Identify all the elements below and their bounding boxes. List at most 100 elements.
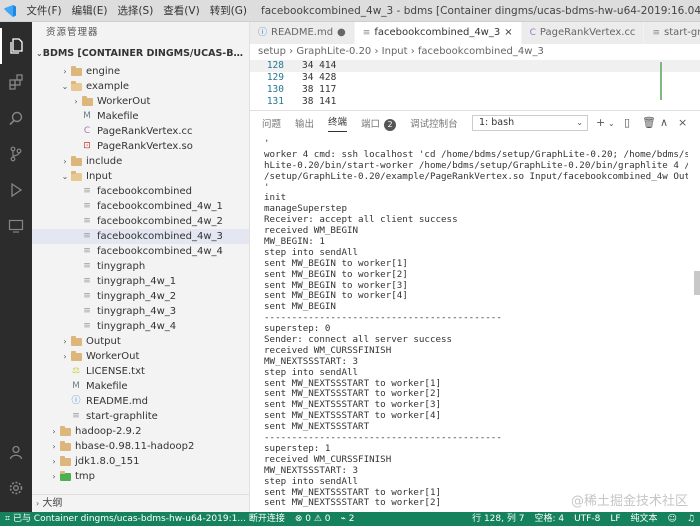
menu-edit[interactable]: 编辑(E)	[72, 3, 108, 18]
tree-item[interactable]: › Output	[32, 334, 249, 349]
tab-debug-console[interactable]: 调试控制台	[410, 116, 458, 130]
explorer-icon[interactable]	[0, 28, 32, 64]
tree-item[interactable]: ⓘ README.md	[32, 394, 249, 409]
tree-item[interactable]: › WorkerOut	[32, 349, 249, 364]
tree-item[interactable]: M Makefile	[32, 379, 249, 394]
tree-item[interactable]: › tmp	[32, 469, 249, 484]
line-text: 34 414	[302, 60, 337, 71]
code-line[interactable]: 128 34 414	[250, 60, 700, 72]
chevron-right-icon: ›	[36, 499, 40, 508]
file-icon: ≡	[83, 246, 91, 256]
tree-item[interactable]: ⌄ Input	[32, 169, 249, 184]
bell-icon[interactable]: ♫	[682, 512, 700, 526]
tab-pagerankvertex-cc[interactable]: C PageRankVertex.cc	[521, 22, 645, 44]
feedback-icon[interactable]: ☺	[663, 512, 682, 526]
folder-shape	[70, 350, 82, 361]
license-icon: ⚖	[71, 366, 81, 376]
chevron-down-icon[interactable]: ⌄	[608, 119, 615, 128]
close-panel-icon[interactable]: ×	[678, 116, 687, 129]
terminal-scrollbar[interactable]	[694, 271, 700, 295]
tree-item[interactable]: ≡ facebookcombined_4w_3	[32, 229, 249, 244]
terminal-line: received WM_CURSSFINISH	[264, 345, 392, 356]
menu-file[interactable]: 文件(F)	[26, 3, 61, 18]
problems-status[interactable]: ⊗ 0 ⚠ 0	[290, 512, 336, 526]
tree-item[interactable]: ≡ facebookcombined_4w_4	[32, 244, 249, 259]
menu-bar: 文件(F) 编辑(E) 选择(S) 查看(V) 转到(G)	[26, 3, 247, 18]
file-icon: ≡	[652, 28, 660, 38]
search-icon[interactable]	[0, 100, 32, 136]
source-control-icon[interactable]	[0, 136, 32, 172]
terminal-line: /setup/GraphLite-0.20/example/PageRankVe…	[264, 171, 688, 182]
terminal-select[interactable]: 1: bash ⌄	[472, 115, 588, 131]
folder-shape	[70, 65, 82, 76]
settings-gear-icon[interactable]	[0, 470, 32, 506]
file-icon: ≡	[83, 291, 91, 301]
folder-icon	[59, 425, 71, 438]
terminal-line: sent MW_BEGIN to worker[3]	[264, 280, 408, 291]
code-line[interactable]: 131 38 141	[250, 96, 700, 108]
account-icon[interactable]	[0, 434, 32, 470]
folder-shape	[70, 80, 82, 91]
tree-item[interactable]: ≡ tinygraph	[32, 259, 249, 274]
workspace-root-folder[interactable]: ⌄BDMS [CONTAINER DINGMS/UCAS-BDMS-HW-U64…	[32, 44, 249, 64]
tree-item[interactable]: ≡ tinygraph_4w_2	[32, 289, 249, 304]
outline-section[interactable]: › 大纲	[32, 494, 249, 512]
tree-item[interactable]: ≡ tinygraph_4w_4	[32, 319, 249, 334]
line-number: 128	[266, 60, 284, 71]
tree-item[interactable]: › engine	[32, 64, 249, 79]
menu-go[interactable]: 转到(G)	[210, 3, 247, 18]
cursor-position[interactable]: 行 128, 列 7	[467, 512, 529, 526]
tree-item[interactable]: ≡ facebookcombined	[32, 184, 249, 199]
chevron-up-icon[interactable]: ∧	[660, 116, 668, 129]
tree-item[interactable]: ≡ start-graphlite	[32, 409, 249, 424]
tab-ports[interactable]: 端口 2	[361, 116, 397, 131]
tree-item[interactable]: ⊡ PageRankVertex.so	[32, 139, 249, 154]
terminal-line: sent MW_BEGIN to worker[4]	[264, 291, 408, 302]
remote-status[interactable]: ⌗ 已与 Container dingms/ucas-bdms-hw-u64-2…	[0, 512, 290, 526]
new-terminal-icon[interactable]: +	[596, 116, 605, 129]
menu-selection[interactable]: 选择(S)	[117, 3, 153, 18]
text-editor[interactable]: 128 34 414 129 34 428 130 38 117 131 38 141	[250, 60, 700, 110]
split-terminal-icon[interactable]: ▯	[624, 116, 630, 129]
tab-problems[interactable]: 问题	[262, 116, 281, 130]
tree-item[interactable]: M Makefile	[32, 109, 249, 124]
breadcrumb[interactable]: setup › GraphLite-0.20 › Input › faceboo…	[250, 44, 700, 60]
tree-item[interactable]: ≡ facebookcombined_4w_1	[32, 199, 249, 214]
tree-item[interactable]: › include	[32, 154, 249, 169]
menu-view[interactable]: 查看(V)	[163, 3, 199, 18]
tab-terminal[interactable]: 终端	[328, 114, 348, 132]
terminal-output[interactable]: ' worker 4 cmd: ssh localhost 'cd /home/b…	[264, 139, 688, 513]
tree-item[interactable]: ⚖ LICENSE.txt	[32, 364, 249, 379]
tree-item[interactable]: › hbase-0.98.11-hadoop2	[32, 439, 249, 454]
tree-item[interactable]: ≡ facebookcombined_4w_2	[32, 214, 249, 229]
end-of-line[interactable]: LF	[605, 512, 625, 526]
code-line[interactable]: 129 34 428	[250, 72, 700, 84]
extensions-icon[interactable]	[0, 64, 32, 100]
tab-ports-label: 端口	[361, 118, 381, 130]
line-number: 130	[266, 84, 284, 95]
tree-item[interactable]: ≡ tinygraph_4w_1	[32, 274, 249, 289]
tree-item[interactable]: › WorkerOut	[32, 94, 249, 109]
trash-icon[interactable]: 🗑	[642, 116, 656, 129]
terminal-line: sent MW_NEXTSSSTART	[264, 422, 370, 433]
tree-item[interactable]: › hadoop-2.9.2	[32, 424, 249, 439]
close-icon[interactable]: ×	[504, 22, 512, 44]
code-line[interactable]: 130 38 117	[250, 84, 700, 96]
tree-item[interactable]: C PageRankVertex.cc	[32, 124, 249, 139]
tree-item[interactable]: ≡ tinygraph_4w_3	[32, 304, 249, 319]
encoding[interactable]: UTF-8	[569, 512, 605, 526]
indentation[interactable]: 空格: 4	[529, 512, 569, 526]
tree-item[interactable]: ⌄ example	[32, 79, 249, 94]
tab-readme[interactable]: ⓘ README.md ●	[250, 22, 355, 44]
tab-start-graphlite[interactable]: ≡start-grapl	[644, 22, 700, 44]
language-mode[interactable]: 纯文本	[626, 512, 663, 526]
folder-shape	[70, 335, 82, 346]
tree-item[interactable]: › jdk1.8.0_151	[32, 454, 249, 469]
tab-output[interactable]: 输出	[295, 116, 314, 130]
tree-item-label: jdk1.8.0_151	[75, 456, 140, 467]
window-title: facebookcombined_4w_3 - bdms [Container …	[261, 4, 700, 17]
run-debug-icon[interactable]	[0, 172, 32, 208]
ports-status[interactable]: ⌁ 2	[336, 512, 360, 526]
remote-explorer-icon[interactable]	[0, 208, 32, 244]
tab-facebookcombined-4w-3[interactable]: ≡ facebookcombined_4w_3 ×	[354, 22, 522, 44]
